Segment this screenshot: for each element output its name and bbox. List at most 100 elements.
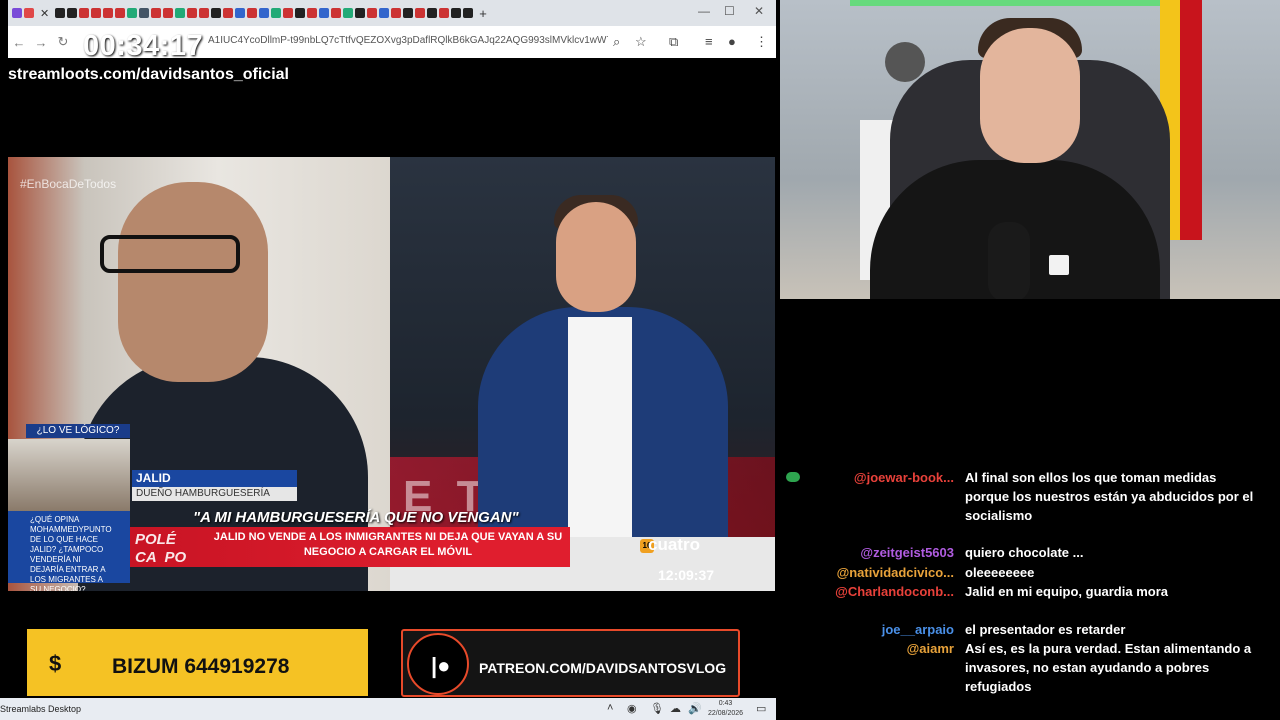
chat-text: Jalid en mi equipo, guardia mora — [965, 584, 1168, 599]
chat-username[interactable]: @Charlandoconb... — [835, 584, 954, 599]
tab-favicon[interactable] — [463, 8, 474, 18]
tab-favicon[interactable] — [91, 8, 102, 18]
channel-logo: cuatro — [648, 535, 700, 554]
tab-favicon[interactable] — [307, 8, 318, 18]
polemica-label: POLÉ CA PO — [135, 531, 187, 566]
patreon-banner: |● PATREON.COM/DAVIDSANTOSVLOG — [401, 629, 740, 697]
tab-favicon[interactable] — [367, 8, 378, 18]
anchor-head — [556, 202, 636, 312]
tab-favicon[interactable] — [391, 8, 402, 18]
patreon-url: PATREON.COM/DAVIDSANTOSVLOG — [479, 660, 727, 676]
tray-mic-icon[interactable]: 🎙 — [650, 702, 664, 715]
tab-favicon[interactable] — [271, 8, 282, 18]
tab-favicon[interactable] — [247, 8, 258, 18]
maximize-button[interactable]: ☐ — [724, 4, 735, 18]
program-hashtag: #EnBocaDeTodos — [20, 177, 117, 191]
tab-favicon[interactable] — [319, 8, 330, 18]
headline-quote: "A MI HAMBURGUESERÍA QUE NO VENGAN" — [193, 509, 519, 526]
streamer-head — [980, 28, 1080, 163]
led-strip — [850, 0, 1170, 6]
chat-panel: @joewar-book... Al final son ellos los q… — [780, 468, 1280, 720]
tab-favicon[interactable] — [403, 8, 414, 18]
chat-username[interactable]: @natividadcivico... — [837, 565, 954, 580]
tab-favicon[interactable] — [115, 8, 126, 18]
microphone — [988, 222, 1030, 299]
tab-favicon[interactable] — [415, 8, 426, 18]
media-controls-icon[interactable]: ≡ — [705, 34, 713, 49]
tab-favicon[interactable] — [151, 8, 162, 18]
tab-favicon[interactable] — [235, 8, 246, 18]
member-badge-icon — [786, 472, 800, 482]
minimize-button[interactable]: — — [698, 4, 710, 18]
url-text[interactable]: A1IUC4YcoDllmP-t99nbLQ7cTtfvQEZOXvg3pDaf… — [208, 35, 608, 46]
viewer-thumbnail — [8, 439, 130, 511]
tray-onedrive-icon[interactable]: ☁ — [670, 702, 681, 715]
tab-favicon[interactable] — [295, 8, 306, 18]
tab-favicon[interactable] — [283, 8, 294, 18]
profile-avatar-icon[interactable]: ● — [728, 34, 736, 49]
tab-favicon[interactable] — [439, 8, 450, 18]
tab-favicon[interactable] — [211, 8, 222, 18]
webcam-feed — [780, 0, 1280, 299]
tab-close-icon[interactable]: ✕ — [40, 7, 49, 20]
tab-favicon[interactable] — [343, 8, 354, 18]
tab-favicon[interactable] — [379, 8, 390, 18]
chat-username[interactable]: @joewar-book... — [854, 470, 954, 485]
extensions-icon[interactable]: ⧉ — [669, 34, 678, 50]
tab-favicon[interactable] — [79, 8, 90, 18]
tab-favicon[interactable] — [12, 8, 22, 18]
taskbar: Streamlabs Desktop ˄ ◉ 🎙 ☁ 🔊 0:43 22/08/… — [0, 698, 776, 720]
guest-glasses — [100, 235, 240, 273]
forward-arrow-icon[interactable]: → — [30, 35, 52, 50]
chat-username[interactable]: joe__arpaio — [882, 622, 954, 637]
tab-favicon[interactable] — [331, 8, 342, 18]
tab-favicon[interactable] — [187, 8, 198, 18]
taskbar-date: 22/08/2026 — [708, 710, 744, 717]
chat-text: oleeeeeeee — [965, 565, 1035, 580]
tab-favicon[interactable] — [67, 8, 78, 18]
flag-red — [1180, 0, 1202, 240]
window-close-button[interactable]: ✕ — [754, 4, 764, 18]
stream-timer: 00:34:17 — [83, 30, 204, 62]
stream-scene: { "browser": { "url": "A1IUC4YcoDllmP-t9… — [0, 0, 1280, 720]
tab-favicon[interactable] — [199, 8, 210, 18]
chat-text: el presentador es retarder — [965, 622, 1126, 637]
tab-favicon[interactable] — [175, 8, 186, 18]
tray-network-icon[interactable]: ◉ — [627, 702, 637, 715]
chat-text: quiero chocolate ... — [965, 545, 1084, 560]
chat-username[interactable]: @aiamr — [907, 641, 954, 656]
bookmark-star-icon[interactable]: ☆ — [635, 34, 647, 50]
tab-favicon[interactable] — [259, 8, 270, 18]
tv-broadcast-video[interactable]: #EnBocaDeTodos E TO ¿LO VE LÓGICO? ¿QUÉ … — [8, 157, 775, 591]
notifications-icon[interactable]: ▭ — [756, 702, 766, 715]
zoom-icon[interactable]: ⌕ — [613, 34, 620, 50]
dollar-icon: $ — [49, 651, 62, 676]
headline-subtitle: JALID NO VENDE A LOS INMIGRANTES NI DEJA… — [213, 531, 563, 558]
question-text: ¿QUÉ OPINA MOHAMMEDYPUNTO DE LO QUE HACE… — [8, 511, 130, 591]
new-tab-button[interactable]: + — [479, 6, 487, 21]
taskbar-clock[interactable]: 0:43 22/08/2026 — [708, 699, 743, 719]
tab-favicon[interactable] — [127, 8, 138, 18]
tab-favicon[interactable] — [55, 8, 66, 18]
streamloots-url: streamloots.com/davidsantos_oficial — [8, 66, 289, 83]
bizum-banner: $ BIZUM 644919278 — [27, 629, 368, 696]
menu-kebab-icon[interactable]: ⋮ — [755, 34, 768, 50]
tab-favicon[interactable] — [451, 8, 462, 18]
tab-favicon[interactable] — [223, 8, 234, 18]
back-arrow-icon[interactable]: ← — [8, 35, 30, 50]
chat-username[interactable]: @zeitgeist5603 — [860, 545, 954, 560]
guest-role: DUEÑO HAMBURGUESERÍA — [132, 487, 297, 501]
tab-favicon[interactable] — [163, 8, 174, 18]
reload-icon[interactable]: ↻ — [52, 34, 74, 50]
tray-volume-icon[interactable]: 🔊 — [688, 702, 702, 715]
anchor-shirt — [568, 317, 632, 547]
tab-favicon[interactable] — [24, 8, 34, 18]
patreon-icon: |● — [431, 653, 451, 678]
taskbar-app-label[interactable]: Streamlabs Desktop — [0, 704, 81, 714]
tab-favicon[interactable] — [103, 8, 114, 18]
tab-favicon[interactable] — [139, 8, 150, 18]
tab-favicon[interactable] — [355, 8, 366, 18]
tray-chevron-icon[interactable]: ˄ — [607, 702, 613, 714]
tab-favicon[interactable] — [427, 8, 438, 18]
chat-text: Así es, es la pura verdad. Estan aliment… — [965, 641, 1252, 694]
